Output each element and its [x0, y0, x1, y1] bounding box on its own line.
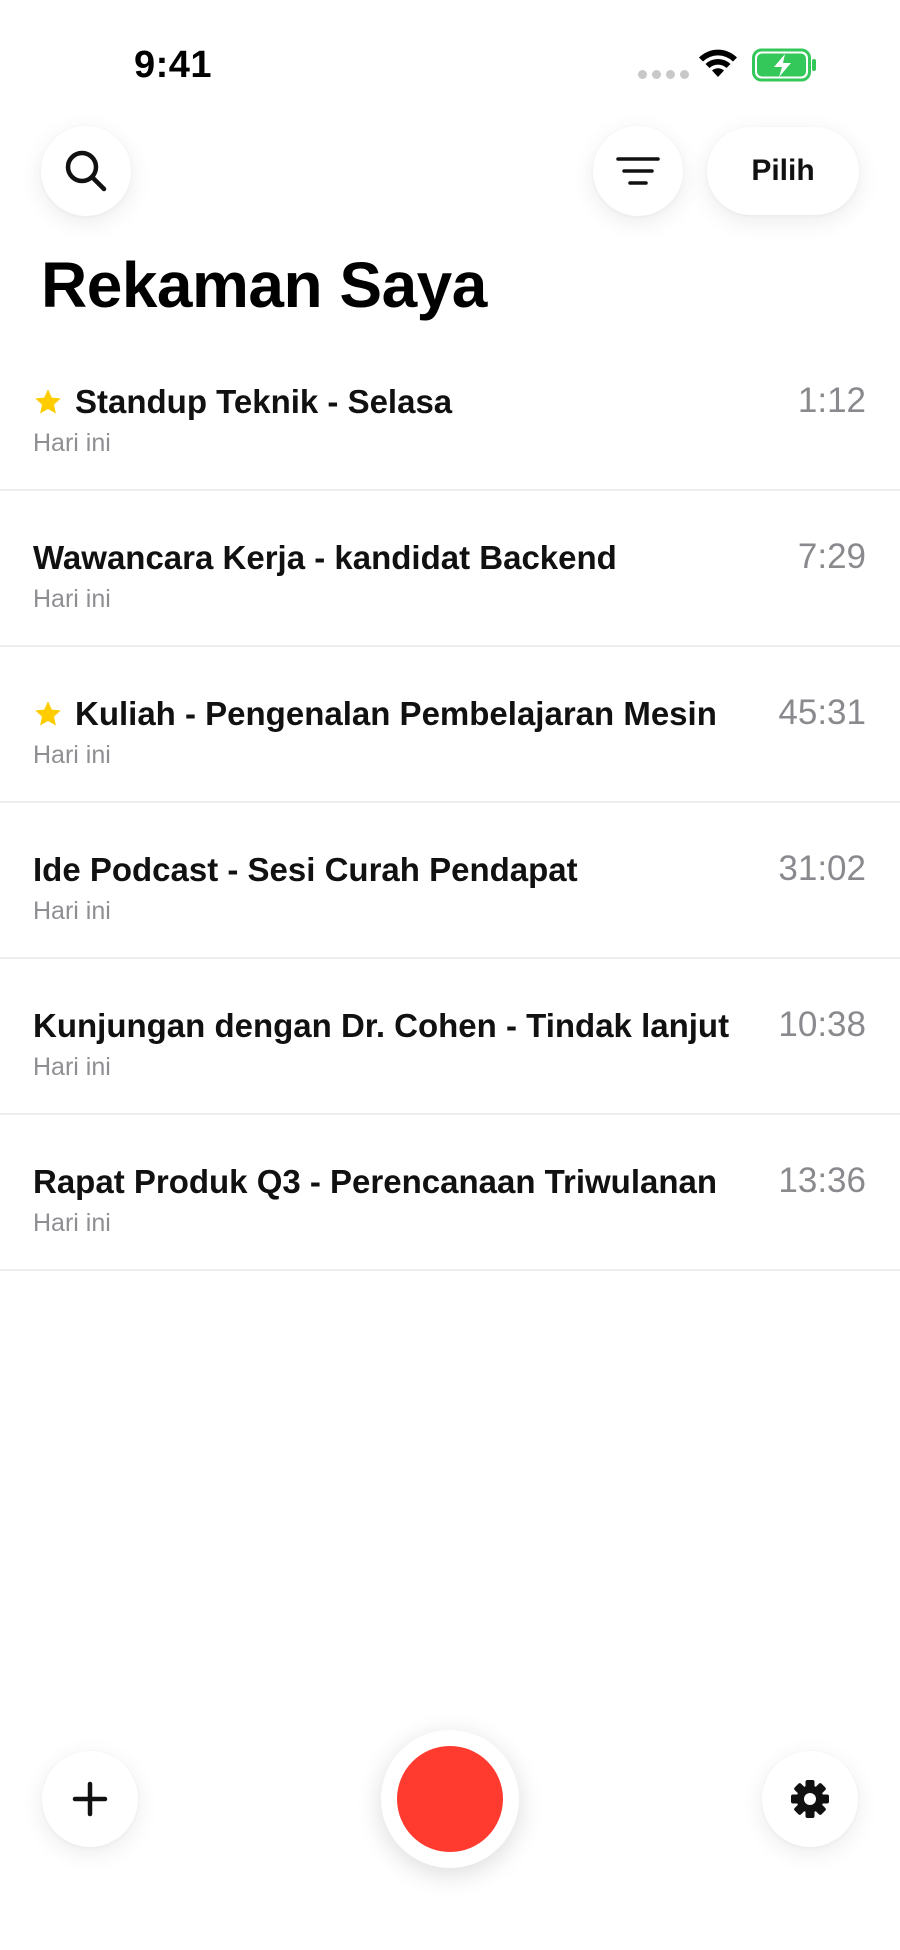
- select-button[interactable]: Pilih: [707, 127, 859, 215]
- recording-date: Hari ini: [33, 585, 111, 613]
- status-time: 9:41: [134, 44, 213, 86]
- recording-date: Hari ini: [33, 897, 111, 925]
- status-bar: 9:41: [0, 0, 900, 110]
- recording-date: Hari ini: [33, 741, 111, 769]
- page-title: Rekaman Saya: [41, 249, 487, 321]
- recording-row[interactable]: Standup Teknik - Selasa Hari ini 1:12: [0, 335, 900, 491]
- recording-date: Hari ini: [33, 1209, 111, 1237]
- recording-title: Standup Teknik - Selasa: [75, 383, 453, 420]
- battery-charging-icon: [752, 48, 816, 82]
- recording-title: Ide Podcast - Sesi Curah Pendapat: [33, 851, 578, 888]
- filter-button[interactable]: [593, 126, 683, 216]
- plus-icon: [72, 1781, 108, 1817]
- search-icon: [65, 150, 107, 192]
- recording-row[interactable]: Rapat Produk Q3 - Perencanaan Triwulanan…: [0, 1115, 900, 1271]
- recording-row[interactable]: Wawancara Kerja - kandidat Backend Hari …: [0, 491, 900, 647]
- record-icon: [397, 1746, 503, 1852]
- add-button[interactable]: [42, 1751, 138, 1847]
- recordings-list: Standup Teknik - Selasa Hari ini 1:12 Wa…: [0, 335, 900, 1271]
- search-button[interactable]: [41, 126, 131, 216]
- voice-memos-screen: 9:41 Pilih Rekaman Saya Standup Teknik -…: [0, 0, 900, 1950]
- recording-row[interactable]: Kuliah - Pengenalan Pembelajaran Mesin H…: [0, 647, 900, 803]
- recording-title: Wawancara Kerja - kandidat Backend: [33, 539, 617, 576]
- star-icon: [35, 701, 61, 726]
- recording-duration: 10:38: [778, 1005, 866, 1044]
- recording-date: Hari ini: [33, 1053, 111, 1081]
- recording-duration: 13:36: [778, 1161, 866, 1200]
- settings-button[interactable]: [762, 1751, 858, 1847]
- recording-title: Kunjungan dengan Dr. Cohen - Tindak lanj…: [33, 1007, 730, 1044]
- star-icon: [35, 389, 61, 414]
- recording-duration: 1:12: [797, 381, 866, 420]
- recording-duration: 45:31: [778, 693, 866, 732]
- recording-duration: 31:02: [778, 849, 866, 888]
- wifi-icon: [699, 49, 737, 77]
- cellular-signal-icon: [638, 70, 689, 79]
- recording-row[interactable]: Ide Podcast - Sesi Curah Pendapat Hari i…: [0, 803, 900, 959]
- filter-icon: [616, 157, 660, 185]
- gear-icon: [791, 1780, 829, 1818]
- recording-row[interactable]: Kunjungan dengan Dr. Cohen - Tindak lanj…: [0, 959, 900, 1115]
- recording-title: Rapat Produk Q3 - Perencanaan Triwulanan: [33, 1163, 718, 1200]
- recording-date: Hari ini: [33, 429, 111, 457]
- record-button[interactable]: [381, 1730, 519, 1868]
- recording-title: Kuliah - Pengenalan Pembelajaran Mesin: [75, 695, 717, 732]
- recording-duration: 7:29: [797, 537, 866, 576]
